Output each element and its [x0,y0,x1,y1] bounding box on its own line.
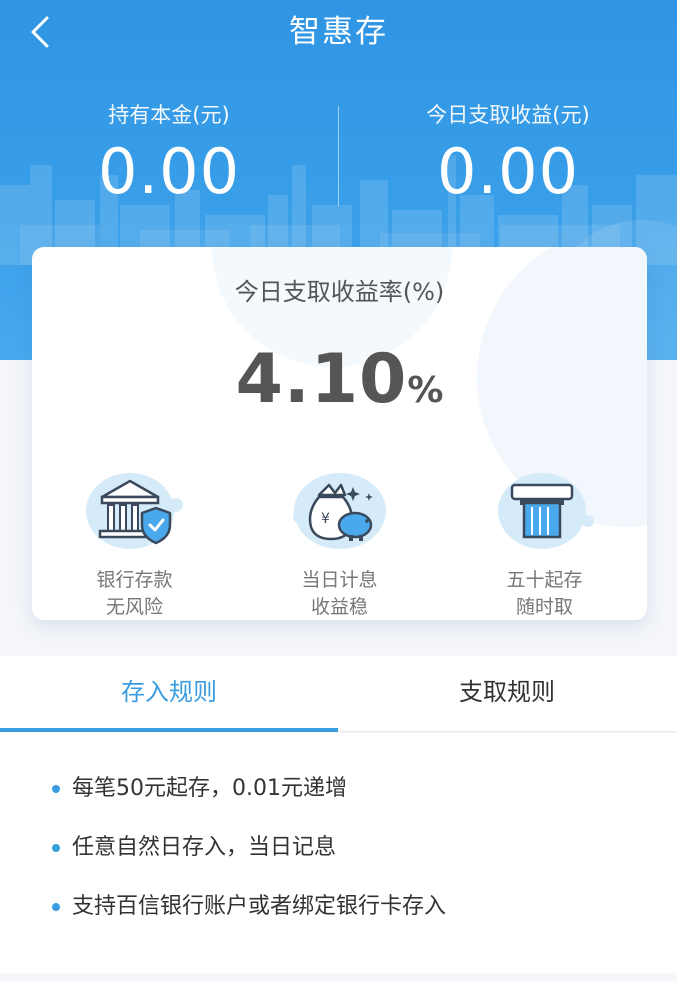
feature-line: 随时取 [515,596,573,618]
rate-unit: % [407,370,444,411]
rule-text: 支持百信银行账户或者绑定银行卡存入 [72,894,447,919]
rate-card: 今日支取收益率(%) 4.10% 银行存款 无风险 ¥ 当日计息 收益稳 五十起… [32,247,647,620]
money-bag-piggy-icon: ¥ [285,465,395,555]
rule-text: 每笔50元起存，0.01元递增 [72,776,347,801]
principal-label: 持有本金(元) [108,103,230,127]
feature-flexible-withdraw: 五十起存 随时取 [442,465,647,620]
earnings-stat: 今日支取收益(元) 0.00 [339,100,677,214]
principal-stat: 持有本金(元) 0.00 [0,100,338,214]
rules-list: 每笔50元起存，0.01元递增 任意自然日存入，当日记息 支持百信银行账户或者绑… [0,733,677,973]
feature-bank-deposit: 银行存款 无风险 [32,465,237,620]
rate-value: 4.10% [32,335,647,442]
feature-line: 无风险 [105,596,163,618]
principal-value: 0.00 [97,135,241,208]
list-item: 每笔50元起存，0.01元递增 [52,773,347,805]
feature-line: 当日计息 [301,569,378,591]
bank-shield-icon [80,465,190,555]
feature-line: 收益稳 [310,596,368,618]
rate-number: 4.10 [235,340,408,419]
tab-withdraw-rules[interactable]: 支取规则 [338,656,676,732]
tab-deposit-rules[interactable]: 存入规则 [0,656,338,732]
svg-text:¥: ¥ [321,511,330,527]
bullet-dot [52,785,60,793]
page-title: 智惠存 [289,14,388,50]
bullet-dot [52,844,60,852]
feature-daily-interest: ¥ 当日计息 收益稳 [237,465,442,620]
rate-label: 今日支取收益率(%) [234,278,445,306]
atm-card-icon [490,465,600,555]
active-tab-indicator [0,728,338,732]
earnings-value: 0.00 [436,135,580,208]
earnings-label: 今日支取收益(元) [426,103,590,127]
rules-tabs: 存入规则 支取规则 [0,656,677,732]
feature-line: 五十起存 [506,569,583,591]
bullet-dot [52,903,60,911]
feature-line: 银行存款 [96,569,173,591]
list-item: 支持百信银行账户或者绑定银行卡存入 [52,891,446,923]
rule-text: 任意自然日存入，当日记息 [72,835,337,860]
list-item: 任意自然日存入，当日记息 [52,832,336,864]
